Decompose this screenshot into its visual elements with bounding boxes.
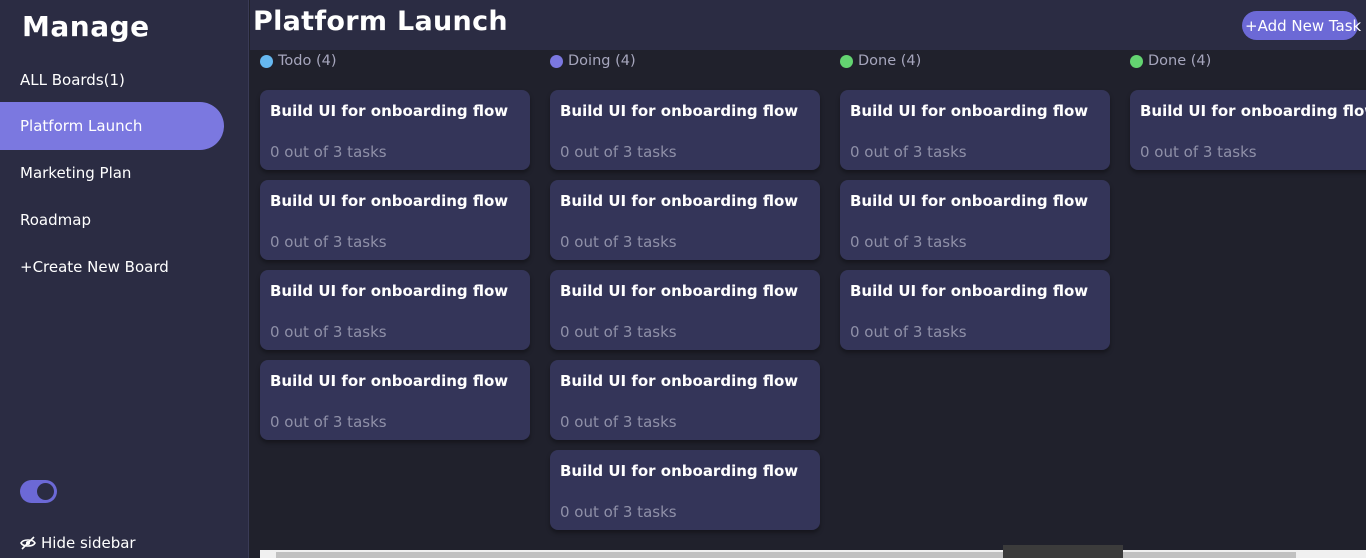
column-title: Doing (4): [568, 53, 636, 69]
add-new-task-button[interactable]: +Add New Task: [1242, 11, 1361, 40]
sidebar-item-all-boards[interactable]: ALL Boards(1): [0, 56, 224, 104]
task-card[interactable]: Build UI for onboarding flow 0 out of 3 …: [840, 90, 1110, 170]
task-subtasks: 0 out of 3 tasks: [270, 413, 387, 431]
task-card[interactable]: Build UI for onboarding flow 0 out of 3 …: [1130, 90, 1366, 170]
task-card[interactable]: Build UI for onboarding flow 0 out of 3 …: [260, 270, 530, 350]
theme-toggle[interactable]: [20, 480, 57, 503]
status-dot-icon: [550, 54, 563, 68]
task-title: Build UI for onboarding flow: [270, 192, 509, 210]
task-card[interactable]: Build UI for onboarding flow 0 out of 3 …: [550, 450, 820, 530]
task-subtasks: 0 out of 3 tasks: [270, 143, 387, 161]
column-header: Todo (4): [260, 53, 337, 69]
task-subtasks: 0 out of 3 tasks: [850, 143, 967, 161]
hide-sidebar-label: Hide sidebar: [41, 534, 136, 552]
task-title: Build UI for onboarding flow: [1140, 102, 1366, 120]
hide-sidebar-button[interactable]: Hide sidebar: [20, 534, 136, 552]
task-subtasks: 0 out of 3 tasks: [560, 233, 677, 251]
create-new-board-button[interactable]: +Create New Board: [0, 243, 224, 291]
kanban-app: Manage ALL Boards(1) Platform Launch Mar…: [0, 0, 1366, 558]
task-title: Build UI for onboarding flow: [560, 372, 799, 390]
sidebar-item-platform-launch[interactable]: Platform Launch: [0, 102, 224, 150]
column-header: Done (4): [840, 53, 921, 69]
horizontal-scrollbar[interactable]: [260, 545, 1366, 558]
column-header: Done (4): [1130, 53, 1211, 69]
overlay-block: [1003, 545, 1123, 558]
task-subtasks: 0 out of 3 tasks: [850, 323, 967, 341]
task-card[interactable]: Build UI for onboarding flow 0 out of 3 …: [840, 270, 1110, 350]
task-card[interactable]: Build UI for onboarding flow 0 out of 3 …: [550, 360, 820, 440]
task-card[interactable]: Build UI for onboarding flow 0 out of 3 …: [550, 180, 820, 260]
task-title: Build UI for onboarding flow: [560, 282, 799, 300]
task-card[interactable]: Build UI for onboarding flow 0 out of 3 …: [840, 180, 1110, 260]
task-card[interactable]: Build UI for onboarding flow 0 out of 3 …: [260, 90, 530, 170]
task-subtasks: 0 out of 3 tasks: [560, 413, 677, 431]
sidebar-item-marketing-plan[interactable]: Marketing Plan: [0, 149, 224, 197]
board-title: Platform Launch: [253, 6, 508, 37]
task-title: Build UI for onboarding flow: [270, 102, 509, 120]
eye-slash-icon: [20, 536, 36, 550]
column-title: Done (4): [1148, 53, 1212, 69]
task-title: Build UI for onboarding flow: [560, 192, 799, 210]
status-dot-icon: [1130, 54, 1143, 68]
task-subtasks: 0 out of 3 tasks: [270, 233, 387, 251]
column-title: Done (4): [858, 53, 922, 69]
task-subtasks: 0 out of 3 tasks: [1140, 143, 1257, 161]
task-title: Build UI for onboarding flow: [850, 282, 1089, 300]
task-card[interactable]: Build UI for onboarding flow 0 out of 3 …: [260, 360, 530, 440]
task-subtasks: 0 out of 3 tasks: [270, 323, 387, 341]
toggle-knob: [37, 483, 54, 500]
task-subtasks: 0 out of 3 tasks: [560, 503, 677, 521]
sidebar-item-roadmap[interactable]: Roadmap: [0, 196, 224, 244]
brand-title: Manage: [22, 10, 150, 43]
column-title: Todo (4): [278, 53, 337, 69]
task-subtasks: 0 out of 3 tasks: [560, 143, 677, 161]
task-title: Build UI for onboarding flow: [560, 462, 799, 480]
task-title: Build UI for onboarding flow: [270, 282, 509, 300]
task-title: Build UI for onboarding flow: [560, 102, 799, 120]
task-card[interactable]: Build UI for onboarding flow 0 out of 3 …: [260, 180, 530, 260]
task-card[interactable]: Build UI for onboarding flow 0 out of 3 …: [550, 270, 820, 350]
task-title: Build UI for onboarding flow: [850, 102, 1089, 120]
task-card[interactable]: Build UI for onboarding flow 0 out of 3 …: [550, 90, 820, 170]
task-title: Build UI for onboarding flow: [850, 192, 1089, 210]
status-dot-icon: [260, 54, 273, 68]
column-header: Doing (4): [550, 53, 636, 69]
scrollbar-thumb[interactable]: [276, 552, 1296, 558]
task-subtasks: 0 out of 3 tasks: [850, 233, 967, 251]
task-title: Build UI for onboarding flow: [270, 372, 509, 390]
board-columns: Todo (4) Build UI for onboarding flow 0 …: [250, 50, 1366, 550]
status-dot-icon: [840, 54, 853, 68]
sidebar: Manage ALL Boards(1) Platform Launch Mar…: [0, 0, 249, 558]
board-header: Platform Launch +Add New Task: [250, 0, 1366, 50]
task-subtasks: 0 out of 3 tasks: [560, 323, 677, 341]
